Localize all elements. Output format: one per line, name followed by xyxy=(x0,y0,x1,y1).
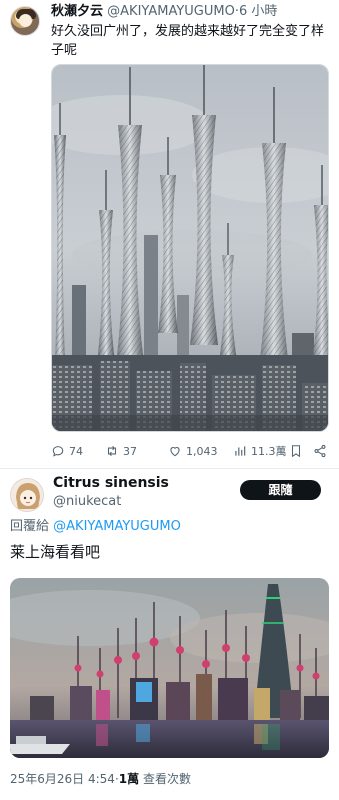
reply-count: 74 xyxy=(69,444,83,458)
reply-views-label[interactable]: 查看次數 xyxy=(143,772,191,786)
reply-button[interactable]: 74 xyxy=(51,441,83,461)
follow-button[interactable]: 跟隨 xyxy=(240,480,321,500)
tweet-photo-guangzhou[interactable] xyxy=(51,64,329,432)
retweet-icon xyxy=(107,445,117,457)
views-button[interactable]: 11.3萬 xyxy=(233,441,287,461)
reply-views-count: 1萬 xyxy=(118,772,140,786)
author-avatar[interactable] xyxy=(10,6,40,36)
tweet-action-bar: 74 37 1,043 11.3萬 xyxy=(51,441,333,461)
share-icon xyxy=(314,444,326,458)
reply-author-handle[interactable]: @niukecat xyxy=(53,493,121,510)
tweet-time[interactable]: 6 小時 xyxy=(239,4,277,19)
bookmark-icon xyxy=(291,445,301,458)
replying-to-line: 回覆給 @AKIYAMAYUGUMO xyxy=(10,518,181,535)
replying-to-mention[interactable]: @AKIYAMAYUGUMO xyxy=(53,519,181,534)
reply-text: 莱上海看看吧 xyxy=(10,543,101,561)
original-tweet: 秋瀬夕云 @AKIYAMAYUGUMO·6 小時 好久没回广州了，发展的越来越好… xyxy=(0,0,339,468)
tweet-divider xyxy=(0,468,339,469)
like-button[interactable]: 1,043 xyxy=(168,441,218,461)
reply-icon xyxy=(52,446,64,457)
replying-to-label: 回覆給 xyxy=(10,519,50,534)
reply-photo-shanghai[interactable] xyxy=(10,578,329,758)
retweet-count: 37 xyxy=(123,444,137,458)
views-count: 11.3萬 xyxy=(251,445,287,458)
tweet-header: 秋瀬夕云 @AKIYAMAYUGUMO·6 小時 xyxy=(51,3,336,20)
author-handle[interactable]: @AKIYAMAYUGUMO xyxy=(107,4,235,19)
like-icon xyxy=(170,447,180,457)
author-name[interactable]: 秋瀬夕云 xyxy=(51,4,103,19)
retweet-button[interactable]: 37 xyxy=(105,441,137,461)
share-button[interactable] xyxy=(313,441,327,461)
tweet-text: 好久没回广州了，发展的越来越好了完全变了样子呢 xyxy=(51,24,325,58)
reply-author-name[interactable]: Citrus sinensis xyxy=(53,474,169,492)
like-count: 1,043 xyxy=(186,444,218,458)
reply-author-avatar[interactable] xyxy=(10,478,44,512)
reply-date[interactable]: 25年6月26日 4:54 xyxy=(10,772,115,786)
bookmark-button[interactable] xyxy=(289,441,303,461)
reply-footer: 25年6月26日 4:54·1萬 查看次數 xyxy=(10,771,191,787)
views-icon xyxy=(235,446,246,456)
